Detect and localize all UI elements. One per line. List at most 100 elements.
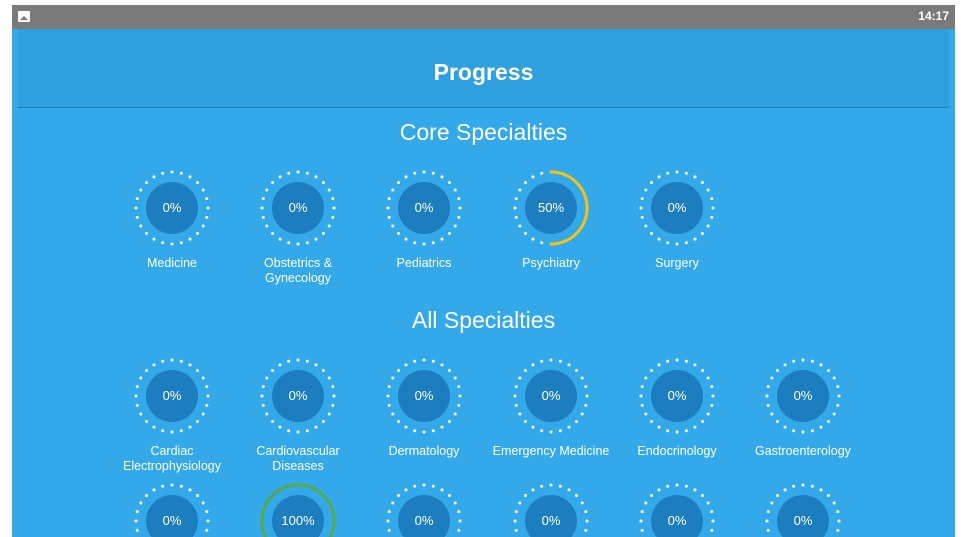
progress-dot — [314, 363, 318, 367]
progress-dot — [693, 363, 697, 367]
progress-dot — [422, 483, 426, 487]
progress-dot — [170, 358, 174, 362]
progress-dot — [201, 412, 205, 416]
progress-ring: 0% — [132, 481, 212, 537]
progress-dot — [810, 429, 814, 433]
progress-dot — [195, 494, 199, 498]
progress-dot — [278, 425, 282, 429]
progress-dot — [766, 528, 770, 532]
progress-ring: 0% — [763, 356, 843, 436]
progress-dot — [135, 197, 139, 201]
section-title-all: All Specialties — [411, 307, 556, 333]
progress-dot — [710, 528, 714, 532]
progress-dot — [826, 419, 830, 423]
progress-dot — [145, 181, 149, 185]
progress-dot — [447, 369, 451, 373]
progress-dot — [524, 494, 528, 498]
progress-dot — [792, 359, 796, 363]
progress-dot — [766, 403, 770, 407]
progress-dot — [431, 484, 435, 488]
progress-dot — [706, 376, 710, 380]
progress-percent: 0% — [146, 370, 198, 422]
progress-dot — [700, 181, 704, 185]
progress-dot — [770, 376, 774, 380]
progress-dot — [710, 197, 714, 201]
progress-dot — [706, 501, 710, 505]
progress-dot — [422, 242, 426, 246]
specialty-label: Dermatology — [388, 444, 460, 458]
progress-dot — [296, 242, 300, 246]
progress-dot — [567, 363, 571, 367]
progress-dot — [584, 403, 588, 407]
progress-dot — [518, 376, 522, 380]
progress-dot — [514, 528, 518, 532]
progress-dot — [644, 376, 648, 380]
progress-dot — [404, 488, 408, 492]
progress-dot — [447, 419, 451, 423]
progress-dot — [574, 369, 578, 373]
progress-dot — [457, 528, 461, 532]
progress-dot — [706, 224, 710, 228]
progress-dot — [776, 419, 780, 423]
progress-dot — [387, 197, 391, 201]
progress-dot — [832, 376, 836, 380]
progress-dot — [666, 241, 670, 245]
progress-dot — [387, 403, 391, 407]
progress-dot — [134, 206, 138, 210]
progress-dot — [518, 501, 522, 505]
progress-dot — [195, 181, 199, 185]
progress-dot — [195, 419, 199, 423]
progress-ring: 0% — [384, 356, 464, 436]
progress-dot — [413, 171, 417, 175]
progress-dot — [836, 528, 840, 532]
progress-dot — [518, 224, 522, 228]
progress-dot — [305, 429, 309, 433]
progress-dot — [453, 501, 457, 505]
progress-dot — [201, 376, 205, 380]
page-title: Progress — [433, 59, 534, 85]
progress-dot — [783, 363, 787, 367]
progress-dot — [386, 206, 390, 210]
progress-dot — [580, 501, 584, 505]
progress-dot — [810, 484, 814, 488]
progress-dot — [675, 358, 679, 362]
progress-dot — [179, 171, 183, 175]
progress-dot — [458, 394, 462, 398]
progress-dot — [524, 181, 528, 185]
progress-dot — [801, 483, 805, 487]
progress-dot — [770, 412, 774, 416]
progress-dot — [584, 528, 588, 532]
progress-percent: 0% — [272, 370, 324, 422]
progress-dot — [650, 494, 654, 498]
progress-percent: 0% — [651, 182, 703, 234]
progress-dot — [558, 484, 562, 488]
progress-dot — [540, 171, 544, 175]
progress-dot — [188, 488, 192, 492]
progress-percent: 0% — [272, 182, 324, 234]
progress-dot — [314, 175, 318, 179]
specialty-label: Psychiatry — [522, 256, 580, 270]
progress-dot — [531, 488, 535, 492]
progress-dot — [397, 419, 401, 423]
progress-dot — [431, 241, 435, 245]
progress-dot — [567, 425, 571, 429]
progress-dot — [314, 425, 318, 429]
progress-dot — [170, 170, 174, 174]
progress-dot — [431, 429, 435, 433]
progress-dot — [327, 376, 331, 380]
progress-dot — [524, 419, 528, 423]
progress-dot — [639, 206, 643, 210]
progress-dot — [836, 385, 840, 389]
progress-dot — [826, 494, 830, 498]
progress-ring: 100% — [258, 481, 338, 537]
progress-dot — [832, 412, 836, 416]
progress-dot — [574, 419, 578, 423]
progress-dot — [644, 188, 648, 192]
progress-dot — [765, 394, 769, 398]
progress-dot — [139, 224, 143, 228]
progress-dot — [447, 181, 451, 185]
progress-dot — [693, 175, 697, 179]
progress-dot — [332, 206, 336, 210]
progress-dot — [710, 385, 714, 389]
progress-dot — [413, 484, 417, 488]
